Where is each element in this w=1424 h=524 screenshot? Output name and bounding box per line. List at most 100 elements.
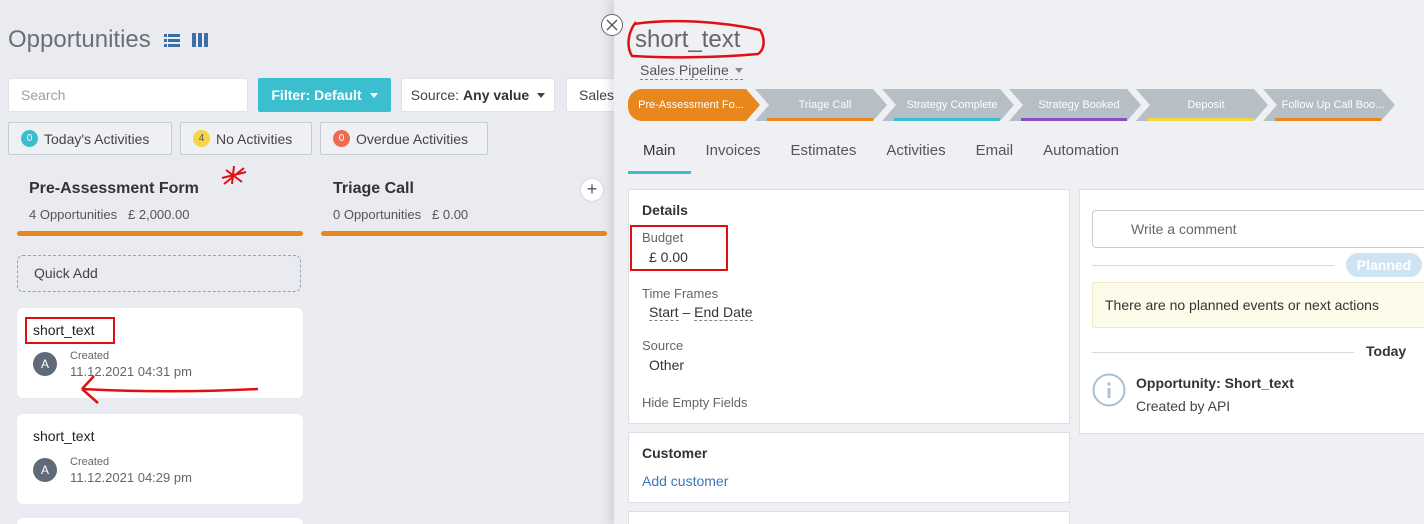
stage-bar: Pre-Assessment Fo... Triage Call Strateg… [628,89,1395,121]
todays-activities-button[interactable]: 0 Today's Activities [8,122,172,155]
opportunity-card[interactable]: short_text A Created 11.12.2021 04:29 pm [17,414,303,504]
column-count: 4 Opportunities [29,207,118,222]
stage-deposit[interactable]: Deposit [1136,89,1268,121]
stage-label: Strategy Complete [906,99,998,111]
opportunities-board: Opportunities Filter: Default Source: An… [0,0,614,524]
comment-input[interactable]: Write a comment [1092,210,1424,248]
start-date-field[interactable]: Start [649,304,679,321]
tab-activities[interactable]: Activities [871,138,960,174]
tab-email[interactable]: Email [961,138,1029,174]
timeframes-value: Start – End Date [649,304,753,321]
source-prefix: Source: [410,87,460,103]
activity-label: No Activities [216,130,293,147]
column-progress-bar [321,231,607,236]
source-value: Any value [463,87,530,103]
chevron-down-icon [369,92,378,98]
card-title: short_text [33,322,95,338]
budget-label: Budget [642,230,684,245]
filter-button[interactable]: Filter: Default [258,78,391,112]
no-events-notice: There are no planned events or next acti… [1092,282,1424,328]
timeframes-label: Time Frames [642,286,719,301]
card-created-label: Created [70,456,110,468]
quick-add-button[interactable]: Quick Add [17,255,301,292]
stage-label: Follow Up Call Boo... [1281,99,1385,111]
activity-count-badge: 4 [193,130,210,147]
stage-strategy-booked[interactable]: Strategy Booked [1009,89,1141,121]
stage-label: Pre-Assessment Fo... [638,99,744,111]
customer-section: Customer Add customer [628,432,1070,503]
add-customer-link[interactable]: Add customer [642,473,728,489]
opportunity-detail-panel: short_text Sales Pipeline Pre-Assessment… [614,0,1424,524]
range-dash: – [682,304,691,320]
stage-pre-assessment[interactable]: Pre-Assessment Fo... [628,89,760,121]
details-section: Details Budget £ 0.00 Time Frames Start … [628,189,1070,424]
stage-label: Triage Call [798,99,852,111]
column-amount: £ 2,000.00 [128,207,190,222]
column-meta: 0 Opportunities £ 0.00 [333,207,468,222]
opportunity-card[interactable]: short_text A Created 11.12.2021 04:31 pm [17,308,303,398]
next-section [628,511,1070,524]
source-value[interactable]: Other [649,357,684,373]
pipeline-dropdown[interactable]: Sales Pipeline [640,62,743,80]
tab-invoices[interactable]: Invoices [691,138,776,174]
stage-color-line [1148,118,1254,121]
sales-filter-dropdown[interactable]: Sales [566,78,614,112]
page-title: Opportunities [8,26,151,53]
search-input[interactable] [8,78,248,112]
source-filter-dropdown[interactable]: Source: Any value [401,78,555,112]
info-icon [1092,373,1126,407]
today-heading: Today [1366,343,1407,359]
column-progress-bar [17,231,303,236]
source-label: Source [642,338,684,353]
pipeline-label: Sales Pipeline [640,62,729,78]
tab-automation[interactable]: Automation [1028,138,1134,174]
stage-triage-call[interactable]: Triage Call [755,89,887,121]
stage-color-line [894,118,1000,121]
close-panel-button[interactable] [601,14,623,36]
card-date: 11.12.2021 04:31 pm [70,364,192,379]
overdue-activities-button[interactable]: 0 Overdue Activities [320,122,488,155]
detail-tabs: Main Invoices Estimates Activities Email… [628,138,1134,174]
card-created-label: Created [70,350,110,362]
stage-label: Deposit [1187,99,1225,111]
stage-color-line [1021,118,1127,121]
tab-estimates[interactable]: Estimates [776,138,872,174]
stage-follow-up-call[interactable]: Follow Up Call Boo... [1263,89,1395,121]
column-count: 0 Opportunities [333,207,422,222]
list-view-icon[interactable] [164,32,180,48]
feed-event-title: Opportunity: Short_text [1136,375,1294,391]
divider [1092,352,1354,353]
sales-label: Sales [579,87,614,103]
card-title: short_text [33,428,95,444]
column-title: Pre-Assessment Form [29,180,199,197]
feed-event-subtitle: Created by API [1136,398,1231,414]
activity-label: Overdue Activities [356,130,469,147]
no-activities-button[interactable]: 4 No Activities [180,122,312,155]
details-heading: Details [642,202,688,218]
activity-feed: Write a comment Planned There are no pla… [1079,189,1424,434]
end-date-field[interactable]: End Date [694,304,753,321]
divider [1092,265,1334,266]
board-view-icon[interactable] [192,32,208,48]
opportunity-title[interactable]: short_text [635,26,740,54]
activity-count-badge: 0 [21,130,38,147]
column-meta: 4 Opportunities £ 2,000.00 [29,207,189,222]
chevron-down-icon [734,67,743,73]
activity-label: Today's Activities [44,130,150,147]
planned-badge: Planned [1346,253,1422,277]
avatar: A [33,458,57,482]
column-amount: £ 0.00 [432,207,469,222]
column-title: Triage Call [333,180,414,197]
stage-label: Strategy Booked [1038,99,1120,111]
stage-strategy-complete[interactable]: Strategy Complete [882,89,1014,121]
customer-heading: Customer [642,445,708,461]
filter-label: Filter: Default [271,87,362,103]
opportunity-card[interactable] [17,518,303,524]
hide-empty-fields-link[interactable]: Hide Empty Fields [642,395,747,410]
add-column-item-button[interactable]: + [580,178,604,202]
budget-value[interactable]: £ 0.00 [649,249,688,265]
tab-main[interactable]: Main [628,138,691,174]
card-date: 11.12.2021 04:29 pm [70,470,192,485]
activity-count-badge: 0 [333,130,350,147]
close-icon [606,19,618,31]
